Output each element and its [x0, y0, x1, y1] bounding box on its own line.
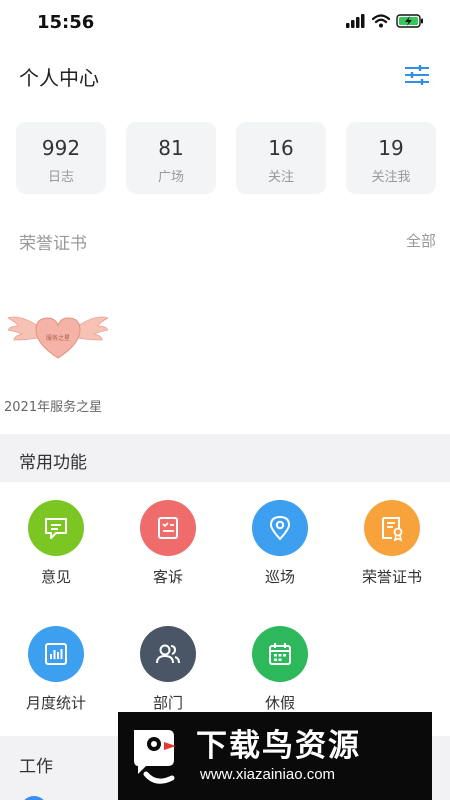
stat-value: 16 — [268, 136, 294, 160]
message-icon — [45, 518, 67, 539]
function-label: 月度统计 — [25, 694, 86, 712]
location-pin-icon — [269, 515, 291, 541]
stat-value: 19 — [378, 136, 404, 160]
page-title: 个人中心 — [19, 66, 99, 90]
function-certificates[interactable]: 荣誉证书 — [342, 500, 442, 587]
function-label: 意见 — [40, 568, 71, 586]
function-feedback[interactable]: 意见 — [6, 500, 106, 587]
function-label: 休假 — [264, 694, 295, 712]
winged-heart-badge-icon: 服务之星 — [6, 316, 110, 359]
function-label: 荣誉证书 — [361, 568, 422, 586]
checklist-icon — [158, 517, 178, 539]
honor-badge[interactable]: 服务之星 — [6, 300, 110, 374]
bar-chart-icon — [45, 643, 67, 665]
stat-logs[interactable]: 992 日志 — [16, 122, 106, 194]
function-icon-circle — [364, 500, 420, 556]
honor-badge-caption: 2021年服务之星 — [4, 400, 103, 415]
status-time: 15:56 — [37, 12, 95, 33]
sliders-icon — [405, 65, 429, 85]
stat-label: 广场 — [157, 170, 184, 185]
function-icon-circle — [252, 500, 308, 556]
function-label: 客诉 — [152, 568, 183, 586]
watermark-banner: 下载鸟资源 www.xiazainiao.com — [118, 712, 432, 800]
function-icon-circle — [252, 626, 308, 682]
bird-logo-icon — [124, 720, 188, 792]
watermark-title: 下载鸟资源 — [196, 728, 361, 764]
stat-label: 关注 — [267, 170, 294, 185]
status-bar: 15:56 — [0, 0, 450, 46]
stat-label: 日志 — [47, 170, 74, 185]
common-functions-header: 常用功能 — [0, 434, 450, 482]
function-icon-circle — [28, 626, 84, 682]
badge-text: 服务之星 — [46, 334, 70, 342]
stat-label: 关注我 — [371, 170, 411, 185]
stat-value: 81 — [158, 136, 184, 160]
work-section-title: 工作 — [19, 757, 53, 777]
status-icons — [346, 14, 424, 28]
function-icon-circle — [140, 626, 196, 682]
cellular-signal-icon — [346, 14, 365, 28]
honors-title: 荣誉证书 — [19, 234, 87, 254]
honors-view-all-link[interactable]: 全部 — [406, 230, 436, 251]
function-icon-circle — [28, 500, 84, 556]
stat-plaza[interactable]: 81 广场 — [126, 122, 216, 194]
settings-button[interactable] — [402, 60, 432, 90]
certificate-icon — [382, 517, 403, 542]
people-icon — [156, 644, 180, 664]
section-title: 常用功能 — [19, 453, 87, 473]
function-department[interactable]: 部门 — [118, 626, 218, 713]
stats-row: 992 日志 81 广场 16 关注 19 关注我 — [16, 122, 436, 194]
calendar-icon — [269, 643, 291, 665]
stat-value: 992 — [41, 136, 81, 160]
function-patrol[interactable]: 巡场 — [230, 500, 330, 587]
function-label: 巡场 — [264, 568, 295, 586]
function-label: 部门 — [152, 694, 183, 712]
function-complaints[interactable]: 客诉 — [118, 500, 218, 587]
stat-following[interactable]: 16 关注 — [236, 122, 326, 194]
header: 个人中心 — [0, 52, 450, 98]
stat-followers[interactable]: 19 关注我 — [346, 122, 436, 194]
function-icon-circle — [140, 500, 196, 556]
function-monthly-stats[interactable]: 月度统计 — [6, 626, 106, 713]
watermark-url: www.xiazainiao.com — [200, 766, 336, 783]
function-vacation[interactable]: 休假 — [230, 626, 330, 713]
battery-charging-icon — [396, 14, 423, 28]
wifi-icon — [372, 14, 390, 28]
